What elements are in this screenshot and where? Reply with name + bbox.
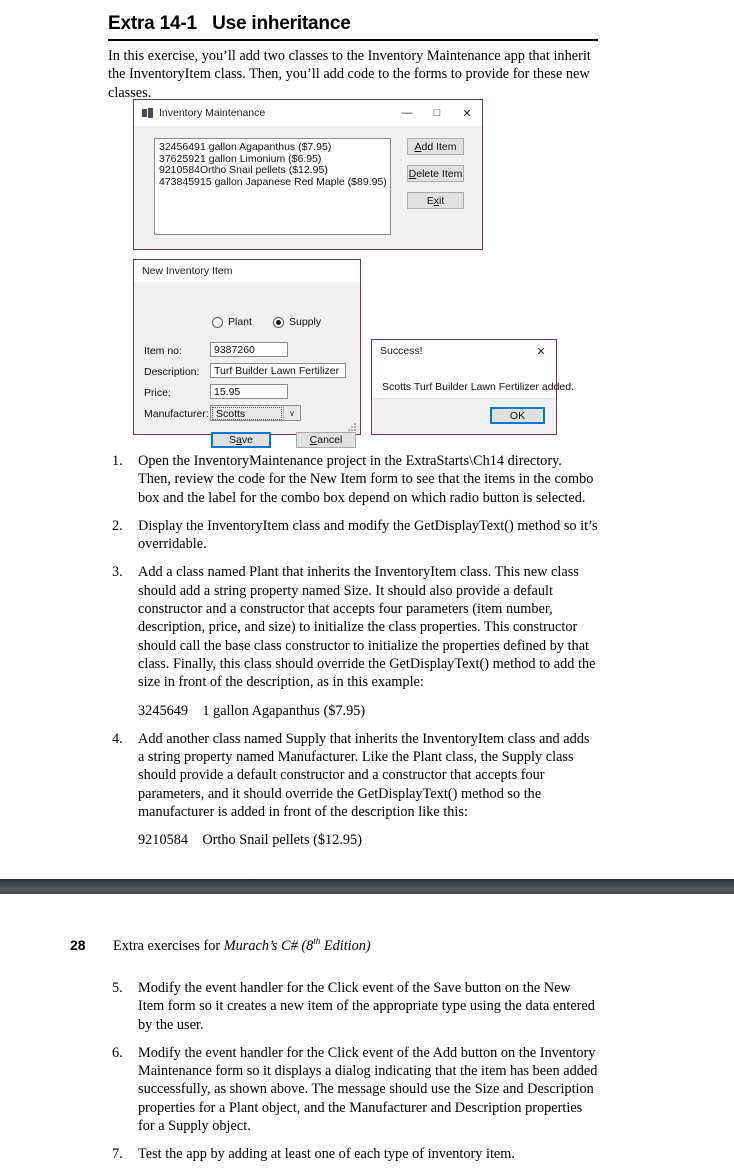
list-item-text: Test the app by adding at least one of e…	[138, 1146, 515, 1163]
list-marker: 4.	[112, 730, 123, 747]
steps-list-page2: 5. Modify the event handler for the Clic…	[108, 979, 598, 1174]
delete-item-label-post: elete Item	[416, 167, 463, 180]
delete-item-button[interactable]: Delete Item	[407, 165, 464, 182]
exit-label-post: it	[439, 194, 445, 207]
save-label-pre: S	[229, 434, 237, 446]
supply-radio-label: Supply	[289, 316, 322, 328]
intro-paragraph: In this exercise, you’ll add two classes…	[108, 48, 591, 101]
add-item-accesskey: A	[414, 140, 422, 153]
ok-label: OK	[509, 409, 526, 422]
list-item-number: 3245649	[159, 141, 200, 153]
exit-label-pre: E	[426, 194, 434, 207]
window-titlebar: Inventory Maintenance — □ ✕	[134, 100, 482, 126]
save-button[interactable]: Sa ve	[211, 432, 271, 448]
list-item-text: Modify the event handler for the Click e…	[138, 1044, 598, 1135]
success-titlebar: Success! ✕	[372, 340, 556, 362]
price-field[interactable]: 15.95	[210, 384, 288, 399]
list-item: 7. Test the app by adding at least one o…	[108, 1145, 598, 1163]
list-item-text: Open the InventoryMaintenance project in…	[138, 453, 594, 506]
running-head-edition: Edition)	[320, 937, 371, 954]
list-item-number: 4738459	[159, 175, 200, 188]
window-controls: — □ ✕	[392, 100, 482, 126]
chevron-down-icon[interactable]: ∨	[283, 406, 300, 420]
page-title: Extra 14-1 Use inheritance	[108, 13, 351, 34]
close-icon[interactable]: ✕	[526, 340, 556, 362]
dialog-body: Plant Supply Item no: 9387260 Descriptio…	[134, 282, 360, 448]
dialog-title-text: New Inventory Item	[142, 265, 233, 277]
list-item-text: Display the InventoryItem class and modi…	[138, 517, 598, 553]
success-window-controls: ✕	[526, 340, 556, 362]
list-marker: 6.	[112, 1044, 123, 1061]
list-item: 2. Display the InventoryItem class and m…	[108, 517, 598, 554]
running-head: Extra exercises for Murach’s C# (8th Edi…	[113, 936, 371, 955]
radio-plant-icon	[212, 316, 223, 328]
list-item-text: Add another class named Supply that inhe…	[138, 730, 590, 821]
list-item-description: 15 gallon Japanese Red Maple ($89.95)	[200, 175, 387, 188]
item-no-field[interactable]: 9387260	[210, 342, 288, 357]
ok-button[interactable]: OK	[490, 407, 545, 424]
list-item: 6. Modify the event handler for the Clic…	[108, 1044, 598, 1135]
description-field[interactable]: Turf Builder Lawn Fertilizer	[210, 363, 346, 378]
list-marker: 1.	[112, 453, 123, 469]
list-item-text: Add a class named Plant that inherits th…	[138, 564, 596, 691]
list-marker: 2.	[112, 517, 123, 534]
window-title-text: Inventory Maintenance	[159, 107, 266, 119]
exit-button[interactable]: Ex it	[407, 192, 464, 209]
title-divider	[108, 39, 598, 41]
plant-radio-label: Plant	[228, 316, 252, 328]
list-marker: 3.	[112, 564, 123, 581]
app-icon	[142, 107, 153, 119]
page-separator	[0, 879, 734, 894]
description-value: Turf Builder Lawn Fertilizer	[214, 364, 340, 377]
success-dialog[interactable]: Success! ✕ Scotts Turf Builder Lawn Fert…	[371, 339, 574, 435]
price-value: 15.95	[214, 385, 241, 398]
cancel-label-post: ancel	[317, 434, 343, 446]
close-icon[interactable]: ✕	[452, 100, 482, 126]
steps-list-page1: 1. Open the InventoryMaintenance project…	[108, 452, 598, 860]
manufacturer-label: Manufacturer:	[144, 408, 209, 420]
save-label-post: ve	[241, 434, 253, 446]
list-item[interactable]: 3245649 1 gallon Agapanthus ($7.95)	[155, 141, 390, 154]
list-item-description: 1 gallon Agapanthus ($7.95)	[200, 141, 332, 153]
success-title-text: Success!	[380, 345, 423, 357]
cancel-button[interactable]: Cancel	[296, 432, 356, 448]
add-item-button[interactable]: Add Item	[407, 138, 464, 155]
list-marker: 5.	[112, 980, 123, 996]
resize-grip-icon[interactable]	[348, 423, 357, 432]
price-label: Price:	[144, 387, 171, 399]
success-message: Scotts Turf Builder Lawn Fertilizer adde…	[382, 381, 575, 393]
manufacturer-value: Scotts	[212, 406, 282, 420]
new-inventory-item-dialog[interactable]: New Inventory Item Plant Supply Item no:…	[133, 259, 361, 448]
delete-item-accesskey: D	[408, 167, 417, 180]
running-head-book-title: Murach’s C# (8	[223, 937, 314, 954]
manufacturer-combobox[interactable]: Scotts ∨	[210, 405, 301, 421]
success-body: Scotts Turf Builder Lawn Fertilizer adde…	[372, 362, 574, 434]
inventory-maintenance-window[interactable]: Inventory Maintenance — □ ✕ 3245649 1 ga…	[133, 99, 483, 250]
dialog-titlebar: New Inventory Item	[134, 260, 360, 282]
list-item: 4. Add another class named Supply that i…	[108, 730, 598, 850]
list-item: 1. Open the InventoryMaintenance project…	[108, 452, 598, 507]
list-marker: 7.	[112, 1146, 123, 1163]
add-item-label-post: dd Item	[421, 140, 457, 153]
page-number: 28	[70, 937, 86, 953]
item-no-value: 9387260	[214, 343, 255, 356]
window-body: 3245649 1 gallon Agapanthus ($7.95) 3762…	[134, 126, 482, 249]
inventory-listbox[interactable]: 3245649 1 gallon Agapanthus ($7.95) 3762…	[154, 138, 391, 235]
minimize-icon[interactable]: —	[392, 100, 422, 126]
code-example: 9210584 Ortho Snail pellets ($12.95)	[138, 832, 362, 849]
running-head-prefix: Extra exercises for	[113, 937, 224, 954]
list-item: 3. Add a class named Plant that inherits…	[108, 563, 598, 719]
list-item-text: Modify the event handler for the Click e…	[138, 980, 595, 1033]
cancel-accesskey: C	[309, 434, 318, 446]
list-item: 5. Modify the event handler for the Clic…	[108, 979, 598, 1034]
item-no-label: Item no:	[144, 345, 182, 357]
radio-supply-icon	[273, 316, 284, 328]
code-example: 3245649 1 gallon Agapanthus ($7.95)	[138, 702, 366, 719]
list-item[interactable]: 4738459 15 gallon Japanese Red Maple ($8…	[155, 175, 390, 189]
plant-radio[interactable]: Plant	[212, 316, 252, 328]
maximize-icon[interactable]: □	[422, 100, 452, 126]
description-label: Description:	[144, 366, 200, 378]
supply-radio[interactable]: Supply	[273, 316, 321, 328]
